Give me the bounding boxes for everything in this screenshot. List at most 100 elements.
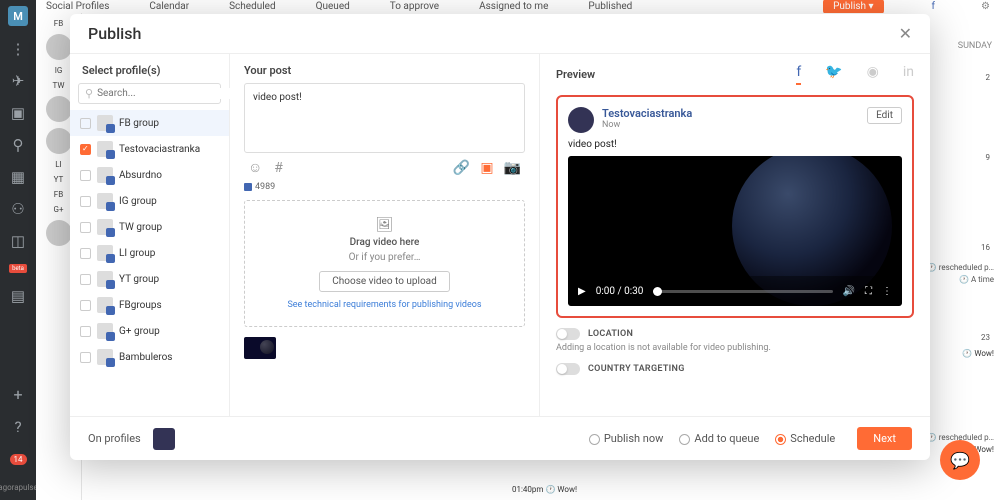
compose-column: Your post video post! ☺ # 🔗 ▣ 📷 4989 🖼 D… [230,54,540,416]
facebook-icon[interactable]: f [932,1,935,12]
profile-avatar [97,245,113,261]
dots-icon[interactable]: ⋮ [9,40,27,58]
publish-option[interactable]: Add to queue [679,432,759,445]
page-name[interactable]: Testovaciastranka [602,107,692,120]
radio[interactable] [589,434,600,445]
tab-published[interactable]: Published [588,1,632,12]
rail-fb[interactable]: FB [54,19,63,28]
volume-icon[interactable]: 🔊 [843,286,855,297]
network-badge-icon [106,254,115,263]
calendar-icon[interactable]: ▦ [9,168,27,186]
checkbox[interactable] [80,352,91,363]
radio[interactable] [679,434,690,445]
checkbox[interactable] [80,196,91,207]
video-player[interactable]: ▶ 0:00 / 0:30 🔊 ⛶ ⋮ [568,156,902,306]
choose-video-button[interactable]: Choose video to upload [319,271,449,292]
network-badge-icon [106,280,115,289]
add-icon[interactable]: + [13,385,22,404]
rail-ig[interactable]: IG [55,66,63,75]
post-textarea[interactable]: video post! [244,83,525,153]
rail-fb2[interactable]: FB [54,190,63,199]
tab-calendar[interactable]: Calendar [149,1,189,12]
publish-option[interactable]: Schedule [775,432,835,445]
profile-item[interactable]: Bambuleros [70,344,229,370]
search-input[interactable] [97,88,230,99]
tab-scheduled[interactable]: Scheduled [229,1,276,12]
image-icon: 🖼 [376,217,394,233]
play-icon[interactable]: ▶ [578,286,586,297]
checkbox[interactable] [80,222,91,233]
targeting-toggle[interactable] [556,363,580,375]
send-icon[interactable]: ✈ [9,72,27,90]
beta-badge: beta [9,264,27,273]
profile-item[interactable]: YT group [70,266,229,292]
rail-avatar[interactable] [46,96,72,122]
rail-avatar[interactable] [46,128,72,154]
rail-avatar[interactable] [46,220,72,246]
network-tabs: f 🐦 ◉ in [796,64,914,85]
rail-avatar[interactable] [46,34,72,60]
rail-yt[interactable]: YT [54,175,64,184]
tab-facebook-icon[interactable]: f [796,64,801,85]
search-icon[interactable]: ⚲ [9,136,27,154]
checkbox[interactable] [80,144,91,155]
more-icon[interactable]: ⋮ [882,286,892,297]
profile-search[interactable]: ⚲ [78,83,221,104]
tab-approve[interactable]: To approve [390,1,439,12]
inbox-icon[interactable]: ▣ [9,104,27,122]
network-badge-icon [106,124,115,133]
rail-gplus[interactable]: G+ [54,205,64,214]
profile-item[interactable]: FBgroups [70,292,229,318]
publish-option[interactable]: Publish now [589,432,664,445]
hashtag-icon[interactable]: # [274,160,283,176]
network-badge-icon [106,150,115,159]
network-badge-icon [106,176,115,185]
facebook-icon [244,183,252,191]
video-upload-zone[interactable]: 🖼 Drag video here Or if you prefer… Choo… [244,200,525,327]
checkbox[interactable] [80,300,91,311]
profile-item[interactable]: TW group [70,214,229,240]
tab-twitter-icon[interactable]: 🐦 [825,64,842,85]
link-icon[interactable]: 🔗 [453,160,470,176]
checkbox[interactable] [80,248,91,259]
publish-button[interactable]: Publish ▾ [823,0,883,14]
close-icon[interactable]: ✕ [899,24,912,43]
tab-instagram-icon[interactable]: ◉ [867,64,879,85]
reports-icon[interactable]: ◫ [9,232,27,250]
profile-item[interactable]: FB group [70,110,229,136]
checkbox[interactable] [80,326,91,337]
checkbox[interactable] [80,274,91,285]
intercom-chat-button[interactable]: 💬 [940,440,980,480]
next-button[interactable]: Next [857,427,912,450]
selected-profile-avatar[interactable] [153,428,175,450]
seek-bar[interactable] [653,290,832,293]
help-icon[interactable]: ? [9,418,27,436]
profile-item[interactable]: Absurdno [70,162,229,188]
tab-linkedin-icon[interactable]: in [903,64,914,85]
profile-item[interactable]: IG group [70,188,229,214]
camera-icon[interactable]: 📷 [504,160,521,176]
profile-item[interactable]: G+ group [70,318,229,344]
tab-assigned[interactable]: Assigned to me [479,1,548,12]
fullscreen-icon[interactable]: ⛶ [865,286,872,297]
checkbox[interactable] [80,118,91,129]
radio[interactable] [775,434,786,445]
notif-badge[interactable]: 14 [10,454,27,465]
profile-item[interactable]: Testovaciastranka [70,136,229,162]
profile-item[interactable]: LI group [70,240,229,266]
rail-li[interactable]: LI [55,160,61,169]
rail-tw[interactable]: TW [53,81,65,90]
gear-icon[interactable]: ⚙ [981,1,990,12]
location-label: LOCATION [588,329,633,339]
users-icon[interactable]: ⚇ [9,200,27,218]
checkbox[interactable] [80,170,91,181]
media-icon[interactable]: ▣ [480,160,493,176]
edit-preview-button[interactable]: Edit [867,107,902,124]
tech-requirements-link[interactable]: See technical requirements for publishin… [287,300,481,310]
emoji-icon[interactable]: ☺ [248,159,262,176]
user-avatar[interactable]: M [8,6,28,26]
feature-icon[interactable]: ▤ [9,287,27,305]
location-toggle[interactable] [556,328,580,340]
video-thumbnail[interactable] [244,337,276,359]
tab-queued[interactable]: Queued [316,1,350,12]
